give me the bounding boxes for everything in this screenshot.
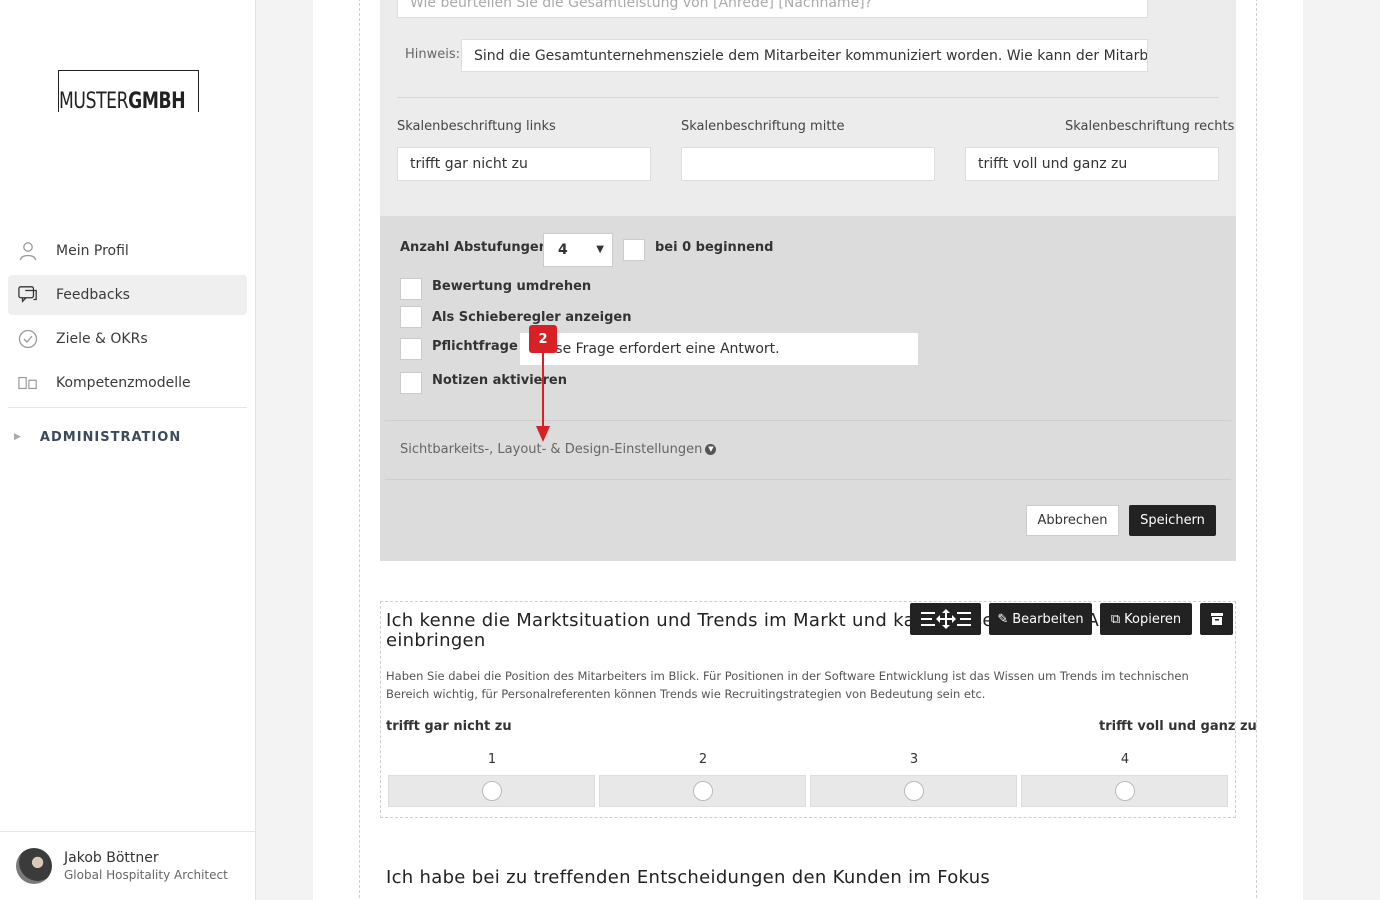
- hint-label: Hinweis:: [405, 47, 461, 62]
- question-editor-top: [380, 0, 1236, 216]
- question-title: Ich habe bei zu treffenden Entscheidunge…: [386, 867, 991, 888]
- start-zero-label: bei 0 beginnend: [655, 240, 774, 255]
- user-role: Global Hospitality Architect: [64, 868, 228, 882]
- scale-step-number: 1: [487, 752, 497, 767]
- scale-right-field[interactable]: trifft voll und ganz zu: [965, 147, 1219, 181]
- scale-step-number: 2: [698, 752, 708, 767]
- steps-label: Anzahl Abstufungen: [400, 240, 549, 255]
- scale-option-2[interactable]: [599, 775, 806, 807]
- reverse-label: Bewertung umdrehen: [432, 279, 592, 294]
- hint-field[interactable]: Sind die Gesamtunternehmensziele dem Mit…: [461, 39, 1148, 72]
- annotation-badge: 2: [529, 325, 557, 353]
- scale-mid-label: Skalenbeschriftung mitte: [681, 119, 845, 134]
- question-description: Haben Sie dabei die Position des Mitarbe…: [386, 669, 1189, 701]
- copy-icon: ⧉: [1110, 611, 1121, 627]
- edit-question-button[interactable]: ✎ Bearbeiten: [989, 603, 1092, 635]
- sidebar-item-label: Kompetenzmodelle: [56, 375, 191, 391]
- archive-icon: [1210, 613, 1223, 625]
- user-profile[interactable]: Jakob Böttner Global Hospitality Archite…: [0, 831, 255, 900]
- scale-right-label: Skalenbeschriftung rechts: [1065, 119, 1235, 134]
- user-icon: [18, 241, 38, 261]
- divider: [385, 479, 1231, 480]
- steps-value: 4: [558, 242, 568, 258]
- notes-checkbox[interactable]: [400, 372, 422, 394]
- chevron-circle-down-icon: ▼: [705, 444, 717, 455]
- reverse-checkbox[interactable]: [400, 278, 422, 300]
- chat-icon: [18, 285, 38, 305]
- caret-right-icon: ▶: [14, 432, 22, 442]
- divider: [397, 97, 1219, 98]
- slider-label: Als Schieberegler anzeigen: [432, 310, 632, 325]
- start-zero-checkbox[interactable]: [623, 239, 645, 261]
- copy-question-button[interactable]: ⧉ Kopieren: [1100, 603, 1192, 635]
- steps-select[interactable]: 4 ▼: [543, 233, 613, 267]
- scale-left-label: Skalenbeschriftung links: [397, 119, 556, 134]
- slider-checkbox[interactable]: [400, 306, 422, 328]
- radio-button[interactable]: [1114, 781, 1135, 801]
- scale-left-text: trifft gar nicht zu: [386, 719, 512, 734]
- sidebar-item-label: Mein Profil: [56, 243, 129, 259]
- sidebar: MUSTERGMBH Mein Profil Feedbacks Ziele &…: [0, 0, 256, 900]
- scale-right-text: trifft voll und ganz zu: [1099, 719, 1257, 734]
- sidebar-item-feedbacks[interactable]: Feedbacks: [8, 275, 247, 315]
- question-text-field[interactable]: Wie beurteilen Sie die Gesamtleistung vo…: [397, 0, 1148, 18]
- divider: [385, 420, 1231, 421]
- company-logo[interactable]: MUSTERGMBH: [58, 70, 199, 113]
- required-message-field[interactable]: Diese Frage erfordert eine Antwort.: [519, 332, 919, 366]
- copy-label: Kopieren: [1124, 611, 1182, 627]
- scale-left-field[interactable]: trifft gar nicht zu: [397, 147, 651, 181]
- sidebar-item-label: Ziele & OKRs: [56, 331, 148, 347]
- cancel-button[interactable]: Abbrechen: [1026, 505, 1119, 536]
- required-checkbox[interactable]: [400, 338, 422, 360]
- user-name: Jakob Böttner: [64, 850, 159, 866]
- scale-mid-field[interactable]: [681, 147, 935, 181]
- sidebar-item-mein-profil[interactable]: Mein Profil: [8, 231, 247, 271]
- radio-button[interactable]: [903, 781, 924, 801]
- model-icon: [18, 373, 38, 393]
- required-label: Pflichtfrage: [432, 339, 518, 354]
- scale-step-number: 4: [1120, 752, 1130, 767]
- admin-label: ADMINISTRATION: [39, 429, 182, 445]
- drag-handle[interactable]: [910, 603, 981, 635]
- sidebar-item-administration[interactable]: ▶ ADMINISTRATION: [8, 408, 247, 466]
- edit-label: Bearbeiten: [1012, 611, 1084, 627]
- radio-button[interactable]: [481, 781, 502, 801]
- scale-option-4[interactable]: [1021, 775, 1228, 807]
- scale-step-number: 3: [909, 752, 919, 767]
- sidebar-item-ziele-okrs[interactable]: Ziele & OKRs: [8, 319, 247, 359]
- annotation-arrow: [536, 350, 550, 442]
- move-icon: [920, 609, 971, 629]
- check-circle-icon: [18, 329, 38, 349]
- pencil-icon: ✎: [997, 611, 1009, 627]
- scale-option-1[interactable]: [388, 775, 595, 807]
- chevron-down-icon: ▼: [596, 244, 604, 255]
- sidebar-nav: Mein Profil Feedbacks Ziele & OKRs Kompe…: [8, 231, 247, 466]
- archive-question-button[interactable]: [1200, 603, 1233, 635]
- avatar: [16, 848, 52, 884]
- sidebar-item-kompetenzmodelle[interactable]: Kompetenzmodelle: [8, 363, 247, 403]
- scale-option-3[interactable]: [810, 775, 1017, 807]
- visibility-settings-toggle[interactable]: Sichtbarkeits-, Layout- & Design-Einstel…: [400, 442, 717, 457]
- save-button[interactable]: Speichern: [1129, 505, 1216, 536]
- radio-button[interactable]: [692, 781, 713, 801]
- sidebar-item-label: Feedbacks: [56, 287, 130, 303]
